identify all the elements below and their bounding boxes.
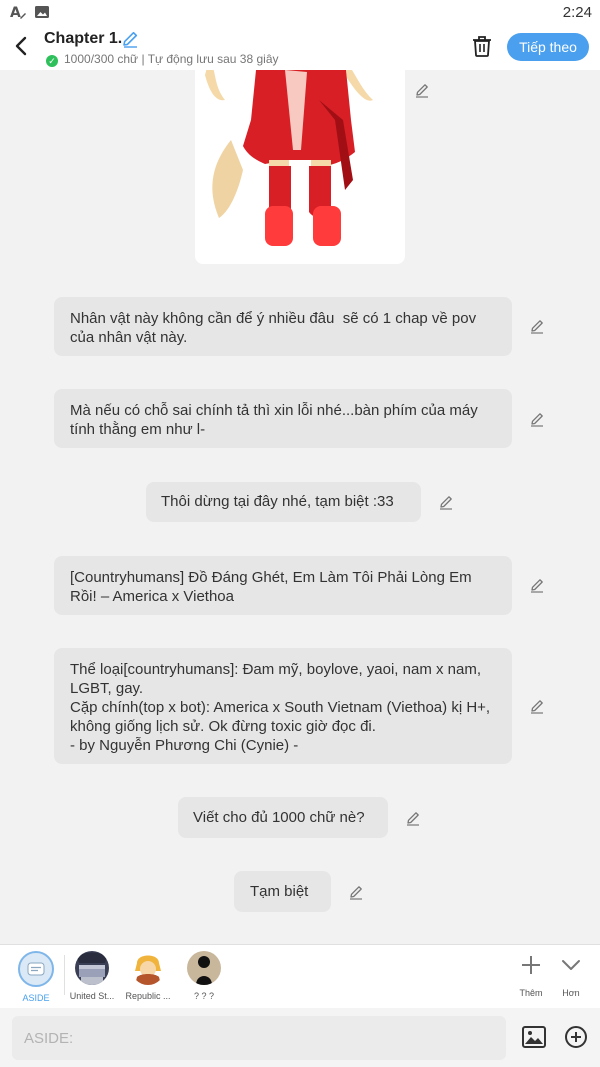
status-separator: | xyxy=(141,52,145,66)
chapter-status-line: ✓ 1000/300 chữ | Tự động lưu sau 38 giây xyxy=(46,52,279,67)
plus-icon xyxy=(522,956,540,974)
saved-check-icon: ✓ xyxy=(46,55,58,67)
message-bubble[interactable]: Tạm biệt xyxy=(234,871,331,912)
character-avatar-image xyxy=(131,951,165,985)
character-silhouette-image xyxy=(196,956,212,985)
message-edit-pencil-icon[interactable] xyxy=(405,810,421,826)
back-arrow-icon[interactable] xyxy=(10,34,34,58)
next-button[interactable]: Tiếp theo xyxy=(507,33,589,61)
add-circle-icon[interactable] xyxy=(563,1024,589,1050)
trash-icon[interactable] xyxy=(471,34,493,58)
character-label: ? ? ? xyxy=(193,991,215,1001)
message-edit-pencil-icon[interactable] xyxy=(529,318,545,334)
character-label: ASIDE xyxy=(22,993,50,1003)
character-bar: ASIDE United St... Republic ... ? ? ? Th… xyxy=(0,944,600,1009)
add-label: Thêm xyxy=(519,988,543,998)
message-bubble[interactable]: Nhân vật này không cần để ý nhiều đâu sẽ… xyxy=(54,297,512,356)
edit-title-pencil-icon[interactable] xyxy=(121,30,139,48)
status-time: 2:24 xyxy=(562,4,592,21)
autosave-status: Tự động lưu sau 38 giây xyxy=(147,52,279,66)
message-edit-pencil-icon[interactable] xyxy=(529,577,545,593)
image-icon xyxy=(35,6,49,18)
message-bubble[interactable]: [Countryhumans] Đồ Đáng Ghét, Em Làm Tôi… xyxy=(54,556,512,615)
insert-image-icon[interactable] xyxy=(521,1024,547,1050)
message-edit-pencil-icon[interactable] xyxy=(348,884,364,900)
avatar xyxy=(75,951,109,985)
character-avatar-image xyxy=(75,951,109,985)
chevron-down-icon xyxy=(562,960,580,970)
character-aside[interactable]: ASIDE xyxy=(9,951,63,1003)
word-count: 1000/300 chữ xyxy=(64,52,139,66)
message-edit-pencil-icon[interactable] xyxy=(438,494,454,510)
image-edit-pencil-icon[interactable] xyxy=(414,82,430,98)
message-input[interactable] xyxy=(12,1016,506,1060)
character-label: Republic ... xyxy=(125,991,171,1001)
aside-avatar xyxy=(18,951,54,987)
input-bar xyxy=(0,1008,600,1067)
character-unknown[interactable]: ? ? ? xyxy=(177,951,231,1001)
character-republic[interactable]: Republic ... xyxy=(121,951,175,1001)
character-illustration xyxy=(205,70,373,246)
status-bar: A 2:24 xyxy=(0,0,600,24)
character-united-states[interactable]: United St... xyxy=(65,951,119,1001)
message-edit-pencil-icon[interactable] xyxy=(529,698,545,714)
more-label: Hơn xyxy=(562,988,580,998)
character-image[interactable] xyxy=(195,70,405,264)
editor-header: Chapter 1. ✓ 1000/300 chữ | Tự động lưu s… xyxy=(0,24,600,70)
aside-chat-icon xyxy=(27,962,45,976)
character-label: United St... xyxy=(69,991,115,1001)
message-bubble[interactable]: Thôi dừng tại đây nhé, tạm biệt :33 xyxy=(146,482,421,522)
chat-content[interactable]: Nhân vật này không cần để ý nhiều đâu sẽ… xyxy=(0,70,600,944)
chapter-title[interactable]: Chapter 1. xyxy=(44,30,122,48)
message-bubble[interactable]: Thể loại[countryhumans]: Đam mỹ, boylove… xyxy=(54,648,512,764)
avatar xyxy=(131,951,165,985)
more-button[interactable]: Hơn xyxy=(554,953,588,998)
message-bubble[interactable]: Viết cho đủ 1000 chữ nè? xyxy=(178,797,388,838)
svg-text:A: A xyxy=(10,5,21,20)
avatar xyxy=(187,951,221,985)
message-bubble[interactable]: Mà nếu có chỗ sai chính tả thì xin lỗi n… xyxy=(54,389,512,448)
message-edit-pencil-icon[interactable] xyxy=(529,411,545,427)
a-pencil-icon: A xyxy=(10,5,26,20)
add-character-button[interactable]: Thêm xyxy=(514,953,548,998)
